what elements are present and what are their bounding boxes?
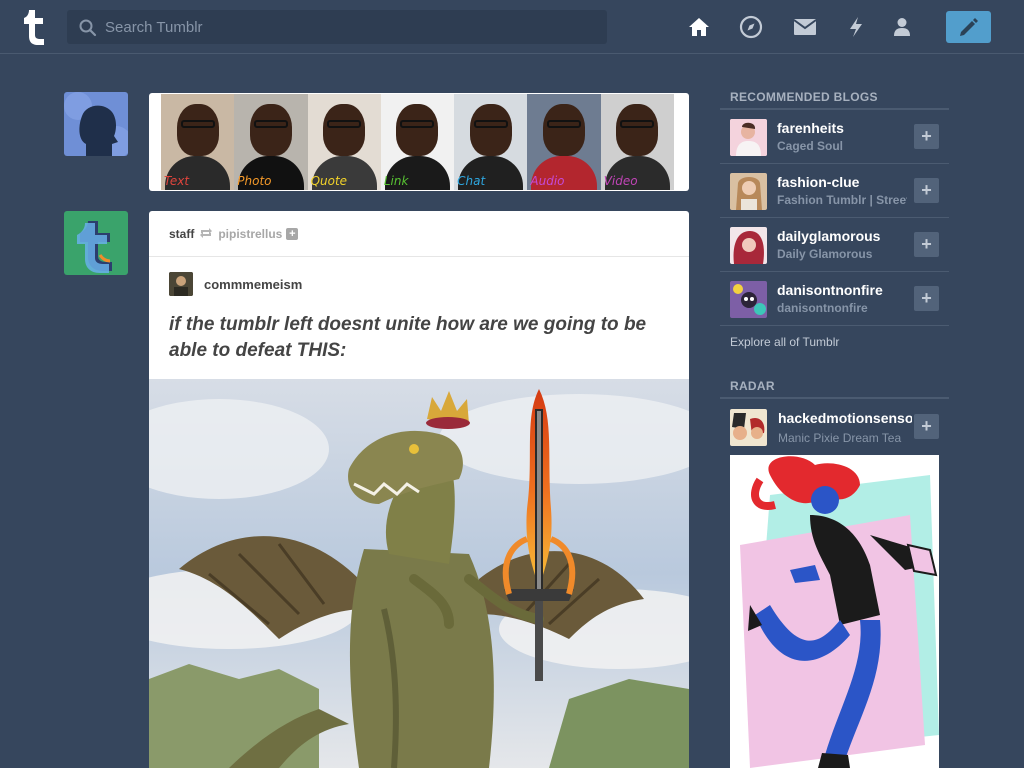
staff-avatar[interactable] xyxy=(64,211,128,275)
post-type-label: Text xyxy=(164,174,190,188)
user-avatar[interactable] xyxy=(64,92,128,156)
post-type-bar: Text Photo Quote Link Chat Audio Video xyxy=(149,93,689,191)
home-icon[interactable] xyxy=(686,14,712,40)
post-type-label: Photo xyxy=(237,174,272,188)
reblog-icon xyxy=(199,227,213,242)
reblog-author-avatar[interactable] xyxy=(169,272,193,296)
post-title: if the tumblr left doesnt unite how are … xyxy=(169,314,647,361)
recommended-blogs-heading: RECOMMENDED BLOGS xyxy=(730,90,878,104)
explore-icon[interactable] xyxy=(738,14,764,40)
blog-title: danisontnonfire xyxy=(777,301,868,315)
post-type-photo[interactable]: Photo xyxy=(234,94,308,190)
blog-name[interactable]: danisontnonfire xyxy=(777,282,912,298)
follow-button[interactable]: + xyxy=(914,286,939,311)
post-type-quote[interactable]: Quote xyxy=(307,94,381,190)
blog-avatar[interactable] xyxy=(730,119,767,156)
post-type-label: Link xyxy=(383,174,409,188)
search-icon xyxy=(79,19,97,37)
post-type-text[interactable]: Text xyxy=(161,94,235,190)
recommended-blog-item[interactable]: farenheits Caged Soul + xyxy=(720,110,949,164)
blog-title: Daily Glamorous xyxy=(777,247,873,261)
post-type-video[interactable]: Video xyxy=(600,94,674,190)
reblogged-from-link[interactable]: pipistrellus xyxy=(218,227,282,241)
top-navigation-bar xyxy=(0,0,1024,54)
blog-name[interactable]: fashion-clue xyxy=(777,174,912,190)
post-type-label: Audio xyxy=(530,174,565,188)
blog-avatar[interactable] xyxy=(730,227,767,264)
radar-blog-name[interactable]: hackedmotionsensor xyxy=(778,410,912,426)
explore-all-link[interactable]: Explore all of Tumblr xyxy=(730,335,839,349)
radar-post-image[interactable] xyxy=(730,455,939,768)
inbox-icon[interactable] xyxy=(792,14,818,40)
follow-button[interactable]: + xyxy=(914,178,939,203)
search-box[interactable] xyxy=(67,10,607,44)
post-type-label: Video xyxy=(603,174,638,188)
post-header: staff pipistrellus + xyxy=(149,211,689,257)
follow-plus-icon[interactable]: + xyxy=(286,228,299,240)
pencil-icon xyxy=(959,18,978,36)
post-type-link[interactable]: Link xyxy=(380,94,455,190)
recommended-blog-item[interactable]: dailyglamorous Daily Glamorous + xyxy=(720,218,949,272)
reblog-author-name[interactable]: commmemeism xyxy=(204,277,302,292)
post-type-label: Quote xyxy=(310,174,348,188)
follow-button[interactable]: + xyxy=(914,232,939,257)
account-icon[interactable] xyxy=(889,14,915,40)
divider xyxy=(720,397,949,399)
search-input[interactable] xyxy=(105,10,595,44)
post-type-audio[interactable]: Audio xyxy=(527,94,601,190)
recommended-blog-item[interactable]: danisontnonfire danisontnonfire + xyxy=(720,272,949,326)
radar-blog-title: Manic Pixie Dream Tea xyxy=(778,431,902,445)
activity-icon[interactable] xyxy=(843,14,869,40)
radar-blog-avatar[interactable] xyxy=(730,409,767,446)
reblog-trail-entry: commmemeism xyxy=(169,272,302,296)
blog-title: Caged Soul xyxy=(777,139,844,153)
blog-name[interactable]: dailyglamorous xyxy=(777,228,912,244)
dashboard-post: staff pipistrellus + commmemeism if the … xyxy=(149,211,689,768)
blog-name[interactable]: farenheits xyxy=(777,120,912,136)
post-type-chat[interactable]: Chat xyxy=(454,94,528,190)
blog-title: Fashion Tumblr | Street Style xyxy=(777,193,907,207)
follow-button[interactable]: + xyxy=(914,124,939,149)
post-image[interactable] xyxy=(149,379,689,768)
recommended-blog-item[interactable]: fashion-clue Fashion Tumblr | Street Sty… xyxy=(720,164,949,218)
radar-heading: RADAR xyxy=(730,379,775,393)
compose-post-button[interactable] xyxy=(946,11,991,43)
tumblr-logo[interactable] xyxy=(18,8,50,46)
post-author-link[interactable]: staff xyxy=(169,227,194,241)
blog-avatar[interactable] xyxy=(730,173,767,210)
post-type-label: Chat xyxy=(457,174,486,188)
blog-avatar[interactable] xyxy=(730,281,767,318)
radar-follow-button[interactable]: + xyxy=(914,414,939,439)
